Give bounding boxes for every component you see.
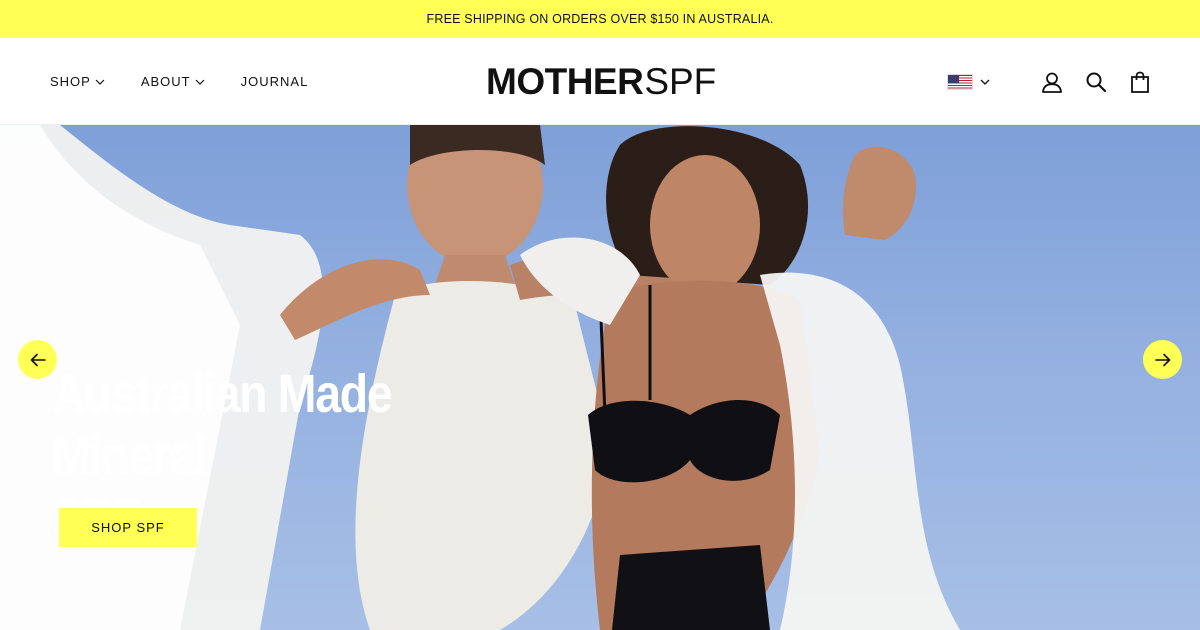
hero-slideshow: Australian Made Mineral SPF SHOP SPF: [0, 125, 1200, 630]
announcement-bar: FREE SHIPPING ON ORDERS OVER $150 IN AUS…: [0, 0, 1200, 38]
search-button[interactable]: [1084, 70, 1108, 94]
shopping-bag-icon: [1131, 71, 1149, 93]
announcement-text: FREE SHIPPING ON ORDERS OVER $150 IN AUS…: [426, 12, 774, 26]
chevron-down-icon: [980, 79, 990, 85]
nav-journal-label: JOURNAL: [240, 74, 309, 89]
nav-journal[interactable]: JOURNAL: [241, 74, 309, 89]
account-button[interactable]: [1040, 70, 1064, 94]
site-logo[interactable]: MOTHER SPF: [486, 61, 717, 102]
user-icon: [1042, 72, 1062, 93]
country-selector[interactable]: [947, 73, 990, 90]
chevron-down-icon: [195, 79, 205, 85]
site-header: SHOP ABOUT JOURNAL MOTHER SPF: [0, 38, 1200, 125]
slideshow-prev-button[interactable]: [18, 340, 57, 379]
nav-about-label: ABOUT: [140, 74, 191, 89]
nav-shop-label: SHOP: [50, 74, 91, 89]
logo-thin-text: SPF: [644, 61, 717, 102]
hero-headline-line1: Australian Made Mineral: [52, 364, 393, 486]
header-tools: [947, 38, 1152, 125]
nav-shop[interactable]: SHOP: [50, 74, 105, 89]
arrow-right-icon: [1154, 353, 1170, 366]
main-nav: SHOP ABOUT JOURNAL: [50, 38, 344, 125]
arrow-left-icon: [30, 353, 46, 366]
nav-about[interactable]: ABOUT: [141, 74, 205, 89]
us-flag-icon: [947, 73, 973, 90]
slideshow-next-button[interactable]: [1143, 340, 1182, 379]
cart-button[interactable]: [1128, 70, 1152, 94]
search-icon: [1086, 72, 1107, 92]
shop-spf-button[interactable]: SHOP SPF: [59, 508, 197, 547]
chevron-down-icon: [95, 79, 105, 85]
logo-bold-text: MOTHER: [486, 61, 644, 102]
